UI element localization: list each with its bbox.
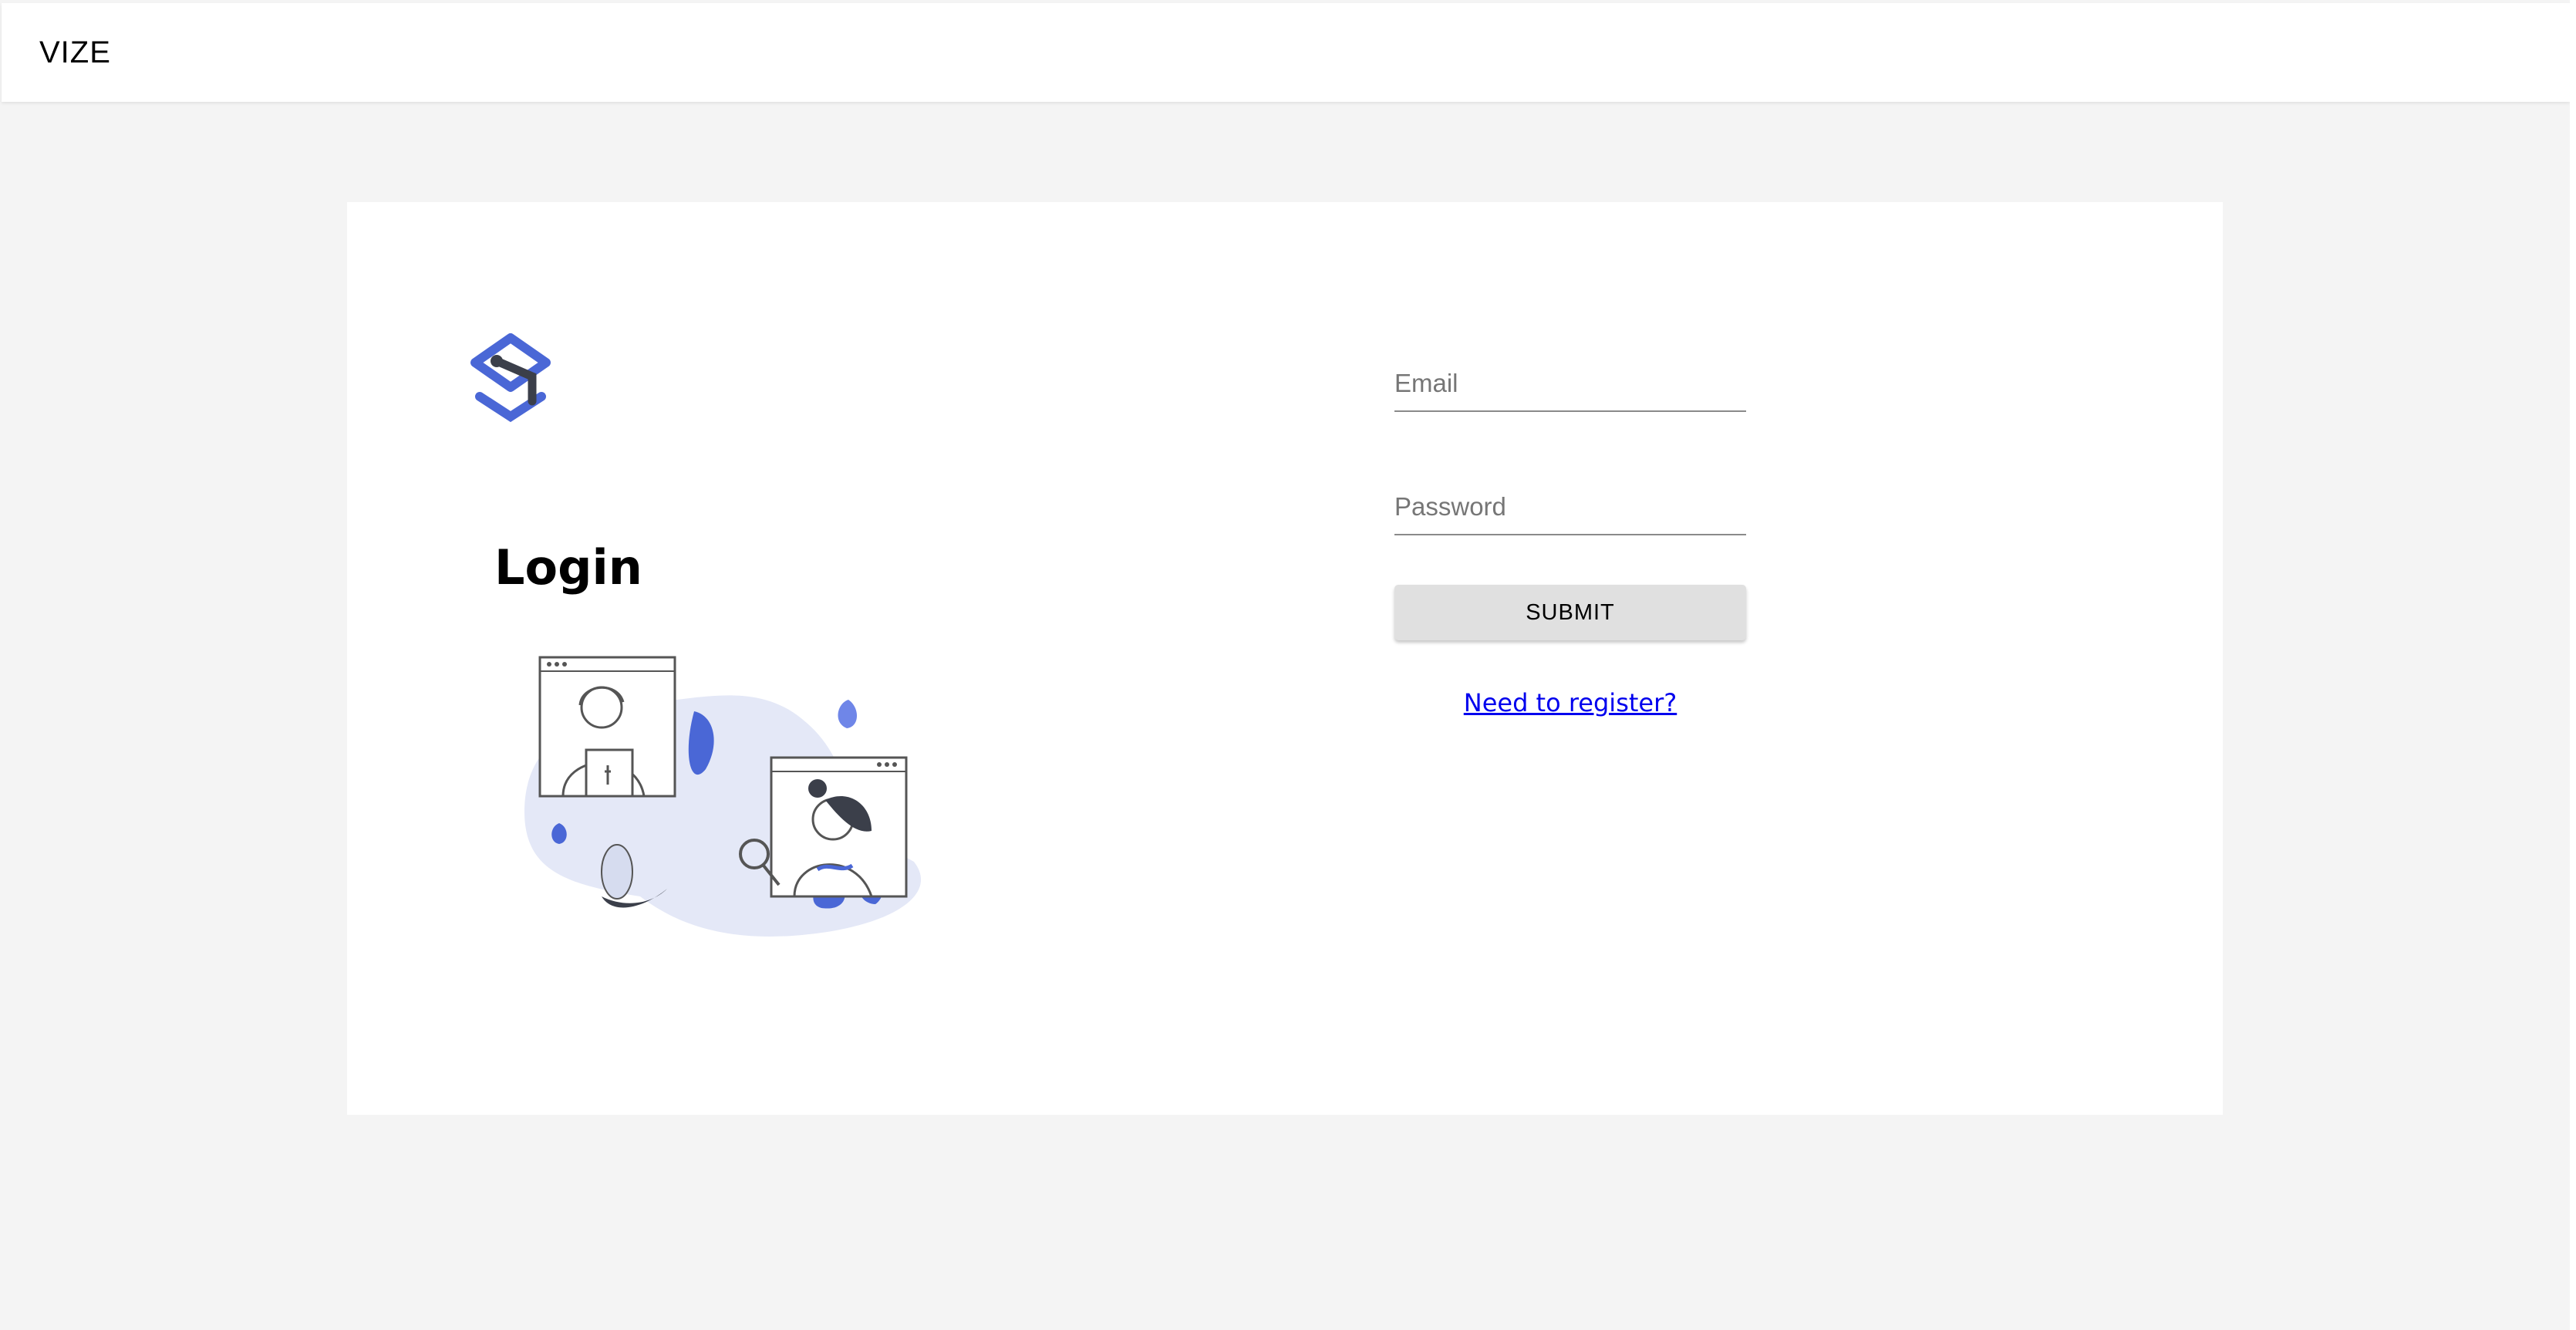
login-form: SUBMIT Need to register? — [1394, 202, 1746, 1115]
graduation-cap-icon — [470, 333, 551, 423]
login-page: VIZE Login Email SUBMIT Need to register… — [0, 0, 2576, 1330]
login-title: Login — [494, 539, 642, 596]
email-field[interactable] — [1394, 356, 1746, 412]
top-app-bar: VIZE — [2, 3, 2570, 102]
password-field[interactable] — [1394, 480, 1746, 535]
people-windows-illustration — [524, 656, 922, 937]
register-link[interactable]: Need to register? — [1394, 688, 1746, 717]
app-brand: VIZE — [39, 35, 111, 69]
login-card: Login Email SUBMIT Need to register? — [347, 202, 2223, 1115]
submit-button[interactable]: SUBMIT — [1394, 585, 1746, 640]
page-edge — [2570, 0, 2576, 1330]
